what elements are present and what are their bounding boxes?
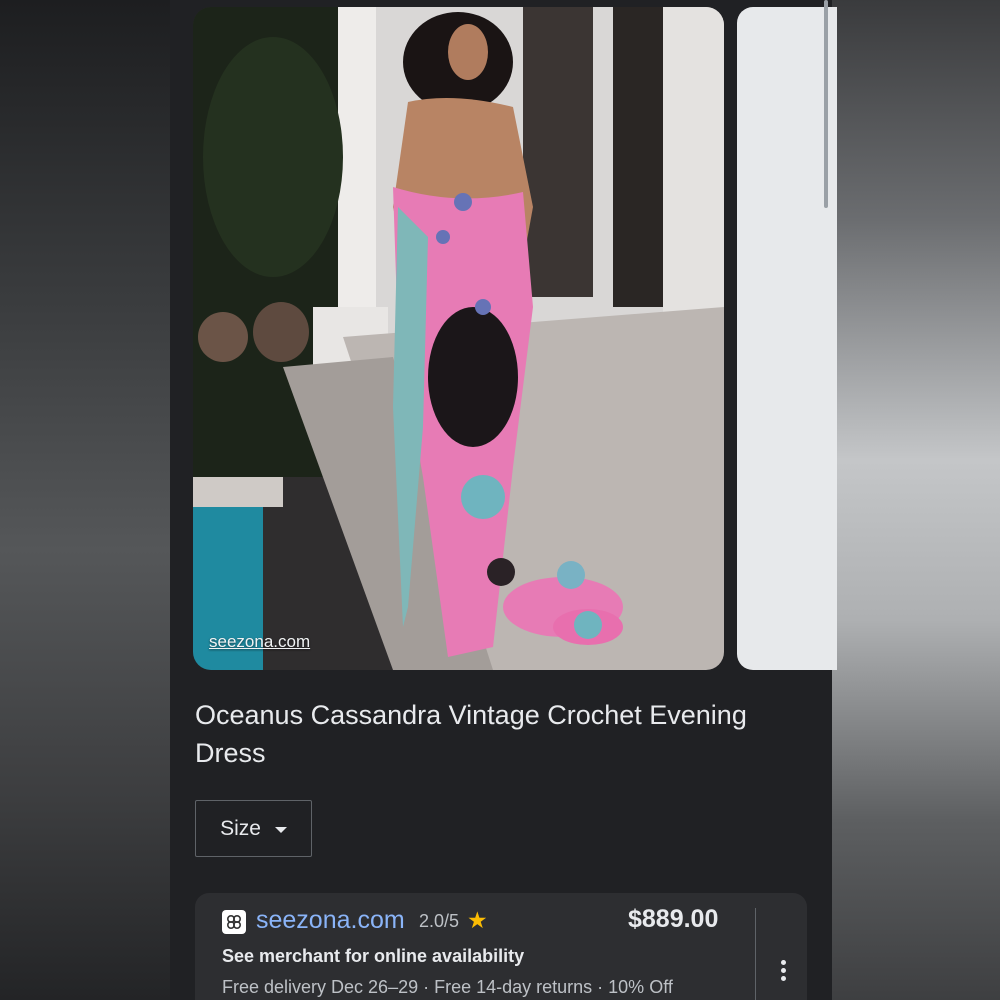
image-source-link[interactable]: seezona.com <box>209 632 310 652</box>
divider <box>755 908 756 1000</box>
product-photo <box>193 7 724 670</box>
offer-details: Free delivery Dec 26–29 · Free 14-day re… <box>222 977 673 997</box>
availability-text: See merchant for online availability <box>222 946 525 966</box>
more-vert-icon[interactable] <box>771 953 795 987</box>
merchant-rating: 2.0/5 <box>419 911 460 931</box>
product-image-card[interactable]: seezona.com <box>193 7 724 670</box>
screen: seezona.com Oceanus Cassandra Vintage Cr… <box>0 0 1000 1000</box>
merchant-logo-icon <box>222 910 246 934</box>
chevron-down-icon <box>274 826 287 833</box>
next-image-card[interactable] <box>737 7 837 670</box>
size-dropdown[interactable]: Size <box>195 800 312 857</box>
offer-price: $889.00 <box>628 905 719 933</box>
blurred-background-left <box>0 0 170 1000</box>
product-title: Oceanus Cassandra Vintage Crochet Evenin… <box>195 700 747 768</box>
merchant-name-link[interactable]: seezona.com <box>256 906 405 935</box>
blurred-background-right <box>832 0 1000 1000</box>
scrollbar[interactable] <box>824 0 828 208</box>
size-dropdown-label: Size <box>220 816 261 840</box>
shopping-result-panel: seezona.com Oceanus Cassandra Vintage Cr… <box>170 0 837 1000</box>
star-icon: ★ <box>467 907 488 933</box>
merchant-offer-card[interactable]: seezona.com 2.0/5 ★ $889.00 See merchant… <box>195 893 807 1000</box>
